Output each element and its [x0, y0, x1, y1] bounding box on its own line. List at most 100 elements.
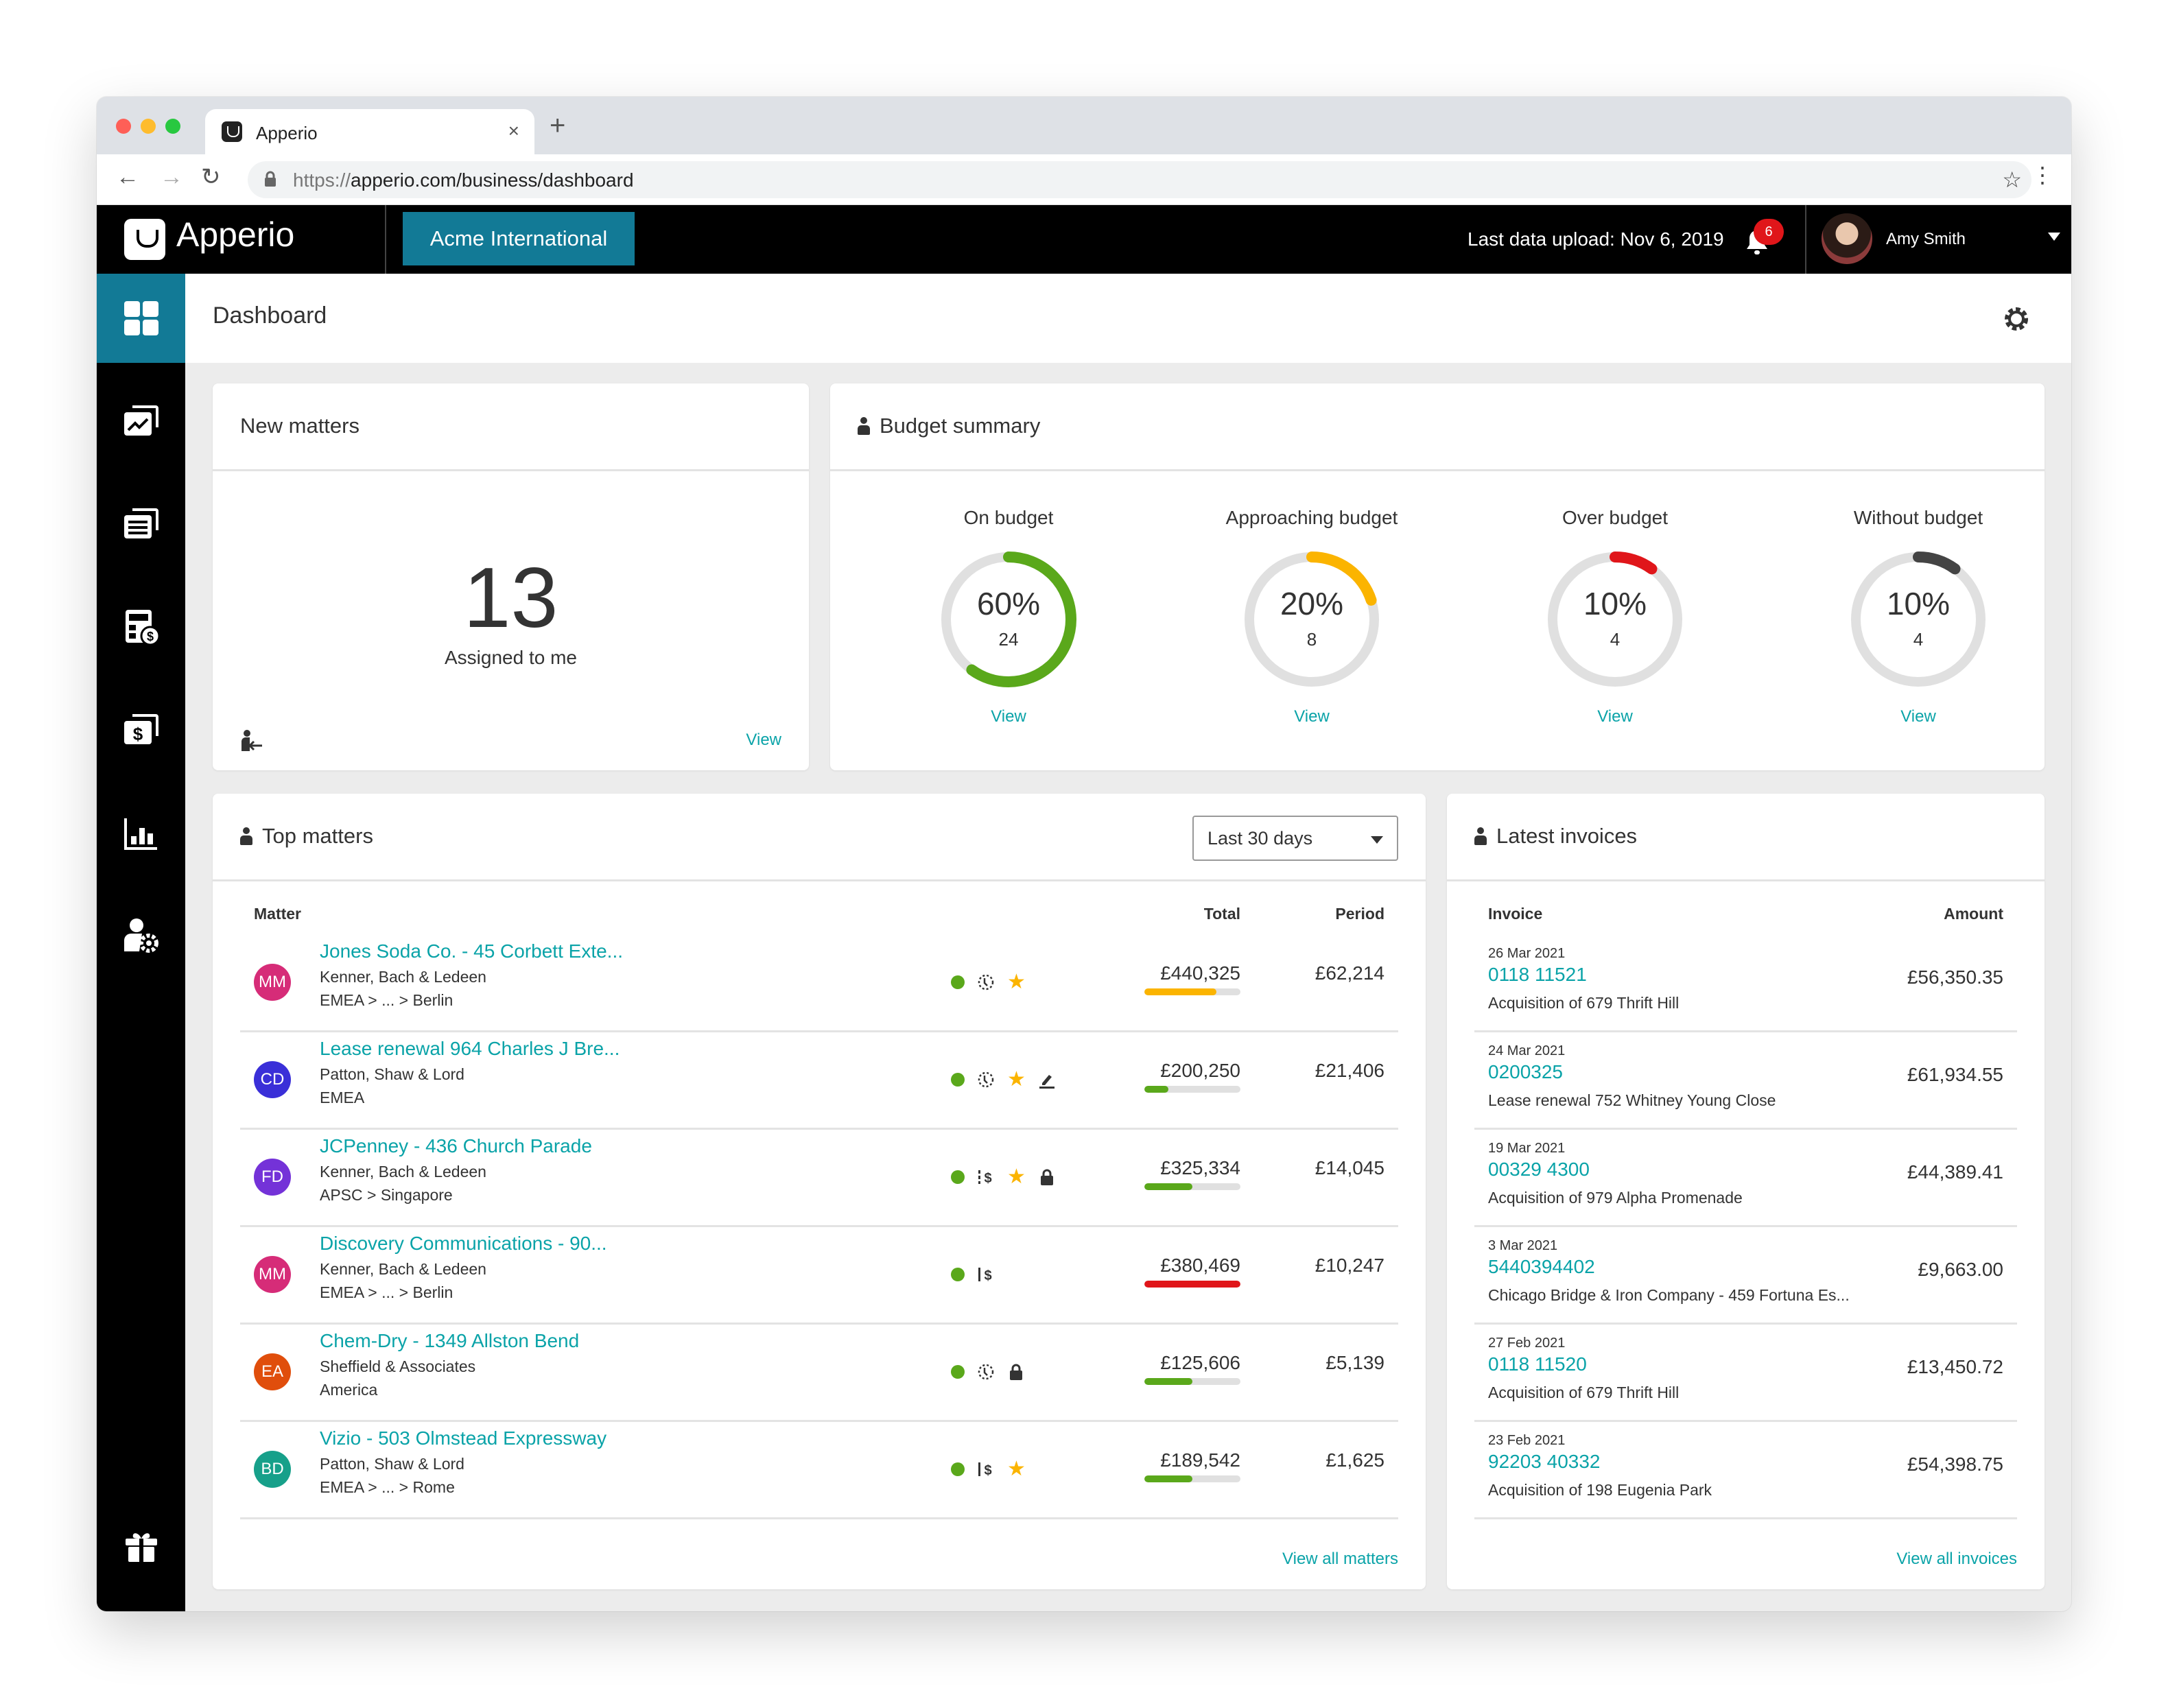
- notification-badge[interactable]: 6: [1754, 219, 1784, 245]
- invoice-description: Lease renewal 752 Whitney Young Close: [1488, 1091, 1776, 1109]
- url-path: apperio.com/business/dashboard: [351, 169, 634, 191]
- close-window-button[interactable]: [116, 119, 131, 134]
- status-dot-icon: [951, 1073, 965, 1087]
- apperio-logo-icon: [124, 219, 165, 260]
- maximize-window-button[interactable]: [165, 119, 180, 134]
- close-tab-icon[interactable]: ×: [508, 120, 519, 142]
- new-tab-icon[interactable]: +: [550, 112, 565, 139]
- budget-percent: 20%: [1280, 586, 1344, 621]
- matter-title-link[interactable]: Vizio - 503 Olmstead Expressway: [320, 1427, 606, 1449]
- page-header: Dashboard: [185, 274, 2071, 363]
- invoice-description: Chicago Bridge & Iron Company - 459 Fort…: [1488, 1286, 1850, 1304]
- invoice-amount: £54,398.75: [1907, 1454, 2003, 1475]
- view-all-invoices-link[interactable]: View all invoices: [1896, 1550, 2017, 1569]
- matter-status-icons: $: [951, 1263, 995, 1286]
- invoice-amount: £56,350.35: [1907, 966, 2003, 988]
- minimize-window-button[interactable]: [141, 119, 156, 134]
- budget-progress-bar: [1144, 1086, 1240, 1093]
- user-avatar[interactable]: [1822, 213, 1872, 264]
- invoice-description: Acquisition of 198 Eugenia Park: [1488, 1481, 1712, 1499]
- last-upload-text: Last data upload: Nov 6, 2019: [1468, 228, 1724, 250]
- matter-row[interactable]: CD Lease renewal 964 Charles J Bre... Patt…: [240, 1032, 1398, 1130]
- view-all-matters-link[interactable]: View all matters: [1282, 1550, 1398, 1569]
- user-name[interactable]: Amy Smith: [1886, 230, 1966, 249]
- budget-summary-card: Budget summary On budget 60% 24 View Approac…: [830, 383, 2045, 770]
- invoice-number-link[interactable]: 5440394402: [1488, 1256, 1595, 1278]
- budget-view-link[interactable]: View: [858, 707, 1159, 726]
- matter-firm: Patton, Shaw & Lord: [320, 1065, 464, 1083]
- matter-row[interactable]: MM Discovery Communications - 90... Kenner…: [240, 1227, 1398, 1325]
- chevron-down-icon: [1371, 836, 1383, 844]
- url-input[interactable]: https://apperio.com/business/dashboard ☆: [248, 161, 2031, 198]
- matter-total: £189,542: [1160, 1449, 1240, 1471]
- matter-row[interactable]: MM Jones Soda Co. - 45 Corbett Exte... Ken…: [240, 935, 1398, 1032]
- invoice-row[interactable]: 27 Feb 2021 0118 11520 Acquisition of 679 …: [1474, 1325, 2017, 1422]
- gear-icon[interactable]: [2003, 305, 2030, 333]
- budget-view-link[interactable]: View: [1767, 707, 2069, 726]
- budget-item: Over budget 10% 4 View: [1464, 507, 1766, 726]
- matter-row[interactable]: FD JCPenney - 436 Church Parade Kenner, Ba…: [240, 1130, 1398, 1227]
- column-header-invoice: Invoice: [1488, 905, 1543, 923]
- matter-title-link[interactable]: Lease renewal 964 Charles J Bre...: [320, 1038, 620, 1060]
- matter-title-link[interactable]: Discovery Communications - 90...: [320, 1233, 607, 1255]
- sidebar-item-reports[interactable]: [97, 788, 185, 877]
- invoice-row[interactable]: 26 Mar 2021 0118 11521 Acquisition of 679 …: [1474, 935, 2017, 1032]
- matter-avatar: BD: [254, 1451, 291, 1488]
- invoice-row[interactable]: 23 Feb 2021 92203 40332 Acquisition of 198…: [1474, 1422, 2017, 1519]
- invoice-number-link[interactable]: 0200325: [1488, 1061, 1563, 1083]
- person-icon: [1474, 827, 1487, 845]
- sidebar-item-invoices[interactable]: $: [97, 685, 185, 774]
- matter-row[interactable]: EA Chem-Dry - 1349 Allston Bend Sheffield …: [240, 1325, 1398, 1422]
- forward-icon[interactable]: →: [160, 165, 183, 189]
- budget-view-link[interactable]: View: [1464, 707, 1766, 726]
- matter-title-link[interactable]: Chem-Dry - 1349 Allston Bend: [320, 1330, 579, 1352]
- bookmark-star-icon[interactable]: ☆: [2002, 167, 2022, 193]
- url-text: https://apperio.com/business/dashboard: [293, 169, 634, 191]
- svg-text:$: $: [984, 1171, 991, 1186]
- matter-location: EMEA: [320, 1089, 365, 1106]
- user-menu-chevron-down-icon[interactable]: [2048, 233, 2060, 241]
- tab-title: Apperio: [256, 123, 318, 143]
- time-icon: [978, 1071, 994, 1088]
- matter-title-link[interactable]: JCPenney - 436 Church Parade: [320, 1135, 592, 1157]
- logo-text[interactable]: Apperio: [176, 215, 294, 254]
- browser-menu-icon[interactable]: ⋮: [2031, 164, 2053, 186]
- sidebar-item-matters[interactable]: [97, 377, 185, 466]
- invoice-number-link[interactable]: 92203 40332: [1488, 1451, 1601, 1473]
- status-dot-icon: [951, 1268, 965, 1281]
- matter-title-link[interactable]: Jones Soda Co. - 45 Corbett Exte...: [320, 940, 623, 962]
- column-header-total: Total: [1203, 905, 1240, 923]
- invoice-row[interactable]: 3 Mar 2021 5440394402 Chicago Bridge & Iro…: [1474, 1227, 2017, 1325]
- budget-summary-title: Budget summary: [880, 414, 1041, 438]
- lock-icon: [265, 171, 276, 187]
- sidebar-item-budgets[interactable]: $: [97, 582, 185, 672]
- sidebar: $ $: [97, 274, 185, 1611]
- invoice-number-link[interactable]: 0118 11521: [1488, 964, 1587, 986]
- tab-strip: Apperio × +: [97, 97, 2071, 154]
- browser-tab[interactable]: Apperio ×: [205, 109, 534, 154]
- matters-trend-icon: [123, 405, 158, 436]
- new-matters-view-link[interactable]: View: [746, 731, 781, 750]
- invoice-row[interactable]: 24 Mar 2021 0200325 Lease renewal 752 Whit…: [1474, 1032, 2017, 1130]
- dashboard-icon: [123, 301, 158, 335]
- period-select[interactable]: Last 30 days: [1192, 816, 1398, 861]
- invoice-number-link[interactable]: 0118 11520: [1488, 1353, 1587, 1375]
- matter-total: £125,606: [1160, 1352, 1240, 1373]
- sidebar-item-documents[interactable]: [97, 479, 185, 569]
- invoice-number-link[interactable]: 00329 4300: [1488, 1159, 1590, 1181]
- top-matters-card: Top matters Last 30 days Matter Total Pe…: [213, 794, 1426, 1589]
- sidebar-item-gift[interactable]: [97, 1502, 185, 1591]
- sidebar-item-dashboard[interactable]: [97, 274, 185, 363]
- matter-status-icons: ★: [951, 971, 1026, 994]
- budget-view-link[interactable]: View: [1161, 707, 1463, 726]
- card-title: Top matters: [240, 824, 373, 849]
- organization-button[interactable]: Acme International: [403, 212, 635, 265]
- matter-row[interactable]: BD Vizio - 503 Olmstead Expressway Patton,…: [240, 1422, 1398, 1519]
- invoice-row[interactable]: 19 Mar 2021 00329 4300 Acquisition of 979 …: [1474, 1130, 2017, 1227]
- sidebar-item-user-settings[interactable]: [97, 891, 185, 980]
- reload-icon[interactable]: ↻: [201, 165, 221, 189]
- column-header-period: Period: [1335, 905, 1385, 923]
- back-icon[interactable]: ←: [116, 165, 139, 189]
- apperio-favicon-icon: [222, 121, 242, 142]
- matter-total: £380,469: [1160, 1255, 1240, 1276]
